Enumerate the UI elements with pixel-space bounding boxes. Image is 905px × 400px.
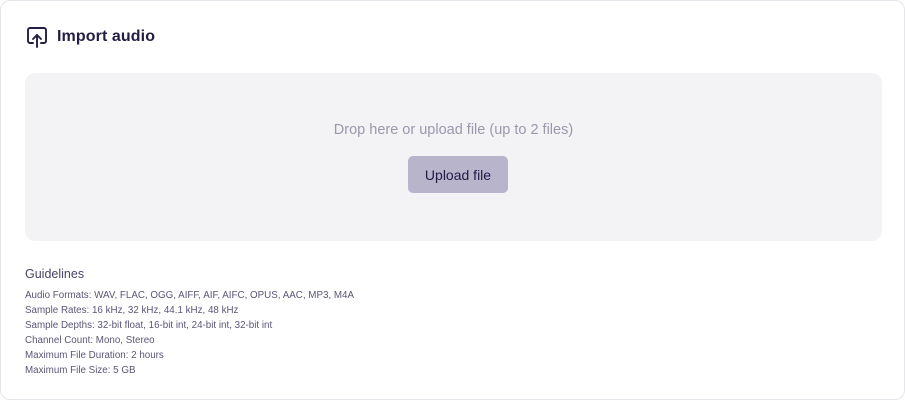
upload-cloud-icon xyxy=(25,25,49,49)
file-dropzone[interactable]: Drop here or upload file (up to 2 files)… xyxy=(25,73,882,241)
guideline-channel-count: Channel Count: Mono, Stereo xyxy=(25,335,155,346)
guidelines-heading: Guidelines xyxy=(25,267,85,281)
guideline-sample-depths: Sample Depths: 32-bit float, 16-bit int,… xyxy=(25,320,273,331)
guideline-max-duration: Maximum File Duration: 2 hours xyxy=(25,350,164,361)
guideline-sample-rates: Sample Rates: 16 kHz, 32 kHz, 44.1 kHz, … xyxy=(25,305,239,316)
page-title: Import audio xyxy=(57,28,156,45)
dropzone-prompt: Drop here or upload file (up to 2 files) xyxy=(333,122,574,138)
guideline-audio-formats: Audio Formats: WAV, FLAC, OGG, AIFF, AIF… xyxy=(25,290,355,301)
guideline-max-size: Maximum File Size: 5 GB xyxy=(25,365,136,376)
import-audio-card: Import audio Drop here or upload file (u… xyxy=(0,0,905,400)
card-header: Import audio xyxy=(25,25,155,49)
upload-file-button[interactable]: Upload file xyxy=(408,156,508,193)
guidelines-section: Guidelines Audio Formats: WAV, FLAC, OGG… xyxy=(25,266,625,378)
